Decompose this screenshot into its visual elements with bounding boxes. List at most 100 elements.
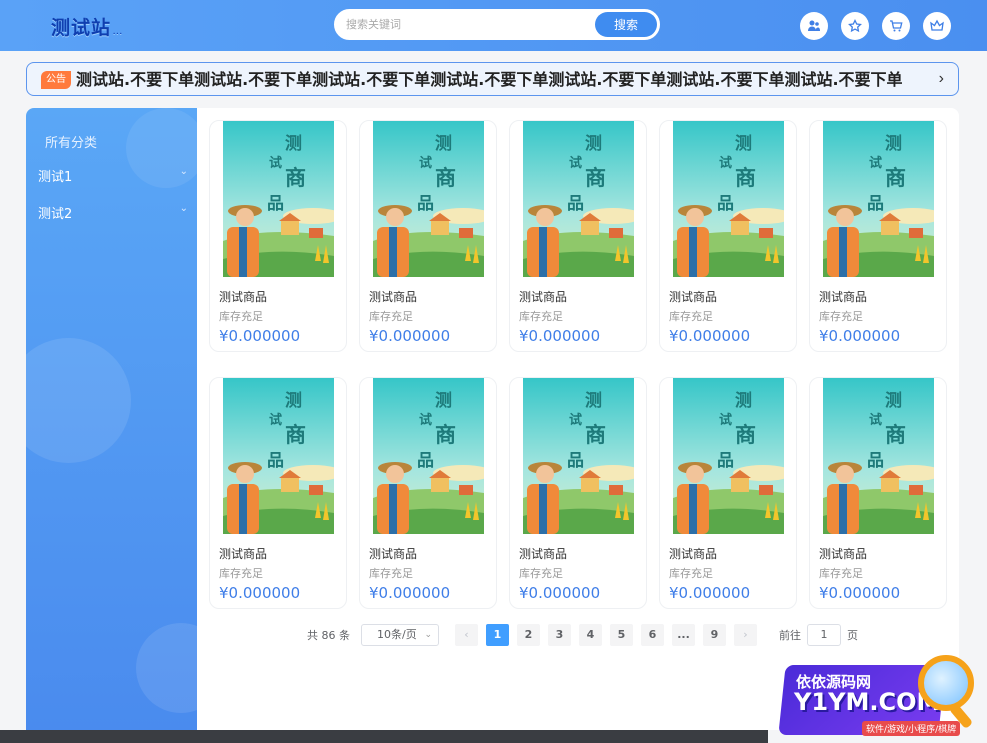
svg-text:品: 品 xyxy=(567,194,584,214)
header-icon-group xyxy=(800,12,951,40)
svg-text:商: 商 xyxy=(435,165,456,190)
sidebar-item-test2[interactable]: 测试2 ⌄ xyxy=(38,203,188,225)
magnifier-icon xyxy=(918,655,974,711)
product-card[interactable]: 测 试 商 品 测试商品 库存充足 ¥0.000000 xyxy=(209,120,347,352)
svg-text:试: 试 xyxy=(269,155,282,171)
chevron-down-icon: ⌄ xyxy=(424,630,432,640)
svg-text:品: 品 xyxy=(567,451,584,471)
product-image[interactable]: 测 试 商 品 xyxy=(373,121,484,277)
product-stock: 库存充足 xyxy=(369,567,413,580)
product-price: ¥0.000000 xyxy=(519,327,601,345)
page-button[interactable]: 6 xyxy=(641,624,664,646)
page-button[interactable]: 1 xyxy=(486,624,509,646)
product-image[interactable]: 测 试 商 品 xyxy=(523,121,634,277)
product-image[interactable]: 测 试 商 品 xyxy=(823,378,934,534)
star-icon[interactable] xyxy=(841,12,869,40)
product-image[interactable]: 测 试 商 品 xyxy=(673,121,784,277)
sidebar-item-label: 测试1 xyxy=(38,170,73,185)
chevron-right-icon[interactable]: › xyxy=(939,70,944,88)
product-image[interactable]: 测 试 商 品 xyxy=(373,378,484,534)
product-name: 测试商品 xyxy=(669,547,718,561)
pagination-total: 共 86 条 xyxy=(307,629,350,642)
user-group-icon[interactable] xyxy=(800,12,828,40)
product-stock: 库存充足 xyxy=(669,310,713,323)
search-button[interactable]: 搜索 xyxy=(595,12,657,37)
svg-text:测: 测 xyxy=(735,133,752,154)
product-stock: 库存充足 xyxy=(219,567,263,580)
svg-text:试: 试 xyxy=(869,155,882,171)
sidebar-title: 所有分类 xyxy=(45,136,98,151)
svg-text:商: 商 xyxy=(885,165,906,190)
crown-icon[interactable] xyxy=(923,12,951,40)
product-card[interactable]: 测 试 商 品 测试商品 库存充足 ¥0.000000 xyxy=(809,377,947,609)
watermark-line3: 软件/游戏/小程序/棋牌 xyxy=(862,721,961,736)
cart-icon[interactable] xyxy=(882,12,910,40)
svg-text:测: 测 xyxy=(435,390,452,411)
svg-text:品: 品 xyxy=(417,194,434,214)
product-card[interactable]: 测 试 商 品 测试商品 库存充足 ¥0.000000 xyxy=(509,377,647,609)
svg-text:试: 试 xyxy=(569,155,582,171)
svg-text:商: 商 xyxy=(585,422,606,447)
bottom-bar xyxy=(0,730,768,743)
svg-text:试: 试 xyxy=(869,412,882,428)
product-price: ¥0.000000 xyxy=(669,584,751,602)
svg-text:品: 品 xyxy=(417,451,434,471)
page-button[interactable]: 3 xyxy=(548,624,571,646)
svg-text:商: 商 xyxy=(735,165,756,190)
search-input[interactable] xyxy=(346,16,586,34)
goto-page-input[interactable]: 1 xyxy=(807,624,841,646)
svg-text:品: 品 xyxy=(267,451,284,471)
svg-text:品: 品 xyxy=(867,194,884,214)
product-name: 测试商品 xyxy=(819,290,868,304)
sidebar-item-test1[interactable]: 测试1 ⌄ xyxy=(38,166,188,188)
product-card[interactable]: 测 试 商 品 测试商品 库存充足 ¥0.000000 xyxy=(659,120,797,352)
product-image[interactable]: 测 试 商 品 xyxy=(223,378,334,534)
svg-text:商: 商 xyxy=(885,422,906,447)
product-stock: 库存充足 xyxy=(369,310,413,323)
page-size-select[interactable]: 10条/页 ⌄ xyxy=(361,624,439,646)
svg-text:试: 试 xyxy=(719,155,732,171)
product-price: ¥0.000000 xyxy=(219,327,301,345)
product-price: ¥0.000000 xyxy=(819,584,901,602)
svg-text:试: 试 xyxy=(719,412,732,428)
product-card[interactable]: 测 试 商 品 测试商品 库存充足 ¥0.000000 xyxy=(509,120,647,352)
top-header: 测试站... 搜索 xyxy=(0,0,987,51)
page-button[interactable]: 4 xyxy=(579,624,602,646)
product-image[interactable]: 测 试 商 品 xyxy=(223,121,334,277)
svg-text:商: 商 xyxy=(285,165,306,190)
svg-text:测: 测 xyxy=(285,133,302,154)
more-pages-button[interactable]: ... xyxy=(672,624,695,646)
product-card[interactable]: 测 试 商 品 测试商品 库存充足 ¥0.000000 xyxy=(209,377,347,609)
product-name: 测试商品 xyxy=(219,290,268,304)
decor-circle xyxy=(136,623,197,713)
product-price: ¥0.000000 xyxy=(519,584,601,602)
goto-label: 前往 xyxy=(779,629,801,642)
announcement-bar[interactable]: 公告 测试站.不要下单测试站.不要下单测试站.不要下单测试站.不要下单测试站.不… xyxy=(26,62,959,96)
product-name: 测试商品 xyxy=(519,547,568,561)
product-price: ¥0.000000 xyxy=(669,327,751,345)
next-page-button[interactable]: › xyxy=(734,624,757,646)
product-card[interactable]: 测 试 商 品 测试商品 库存充足 ¥0.000000 xyxy=(659,377,797,609)
svg-text:品: 品 xyxy=(717,194,734,214)
product-image[interactable]: 测 试 商 品 xyxy=(523,378,634,534)
page-button[interactable]: 2 xyxy=(517,624,540,646)
svg-text:测: 测 xyxy=(735,390,752,411)
decor-circle xyxy=(26,338,131,463)
product-price: ¥0.000000 xyxy=(819,327,901,345)
prev-page-button[interactable]: ‹ xyxy=(455,624,478,646)
product-stock: 库存充足 xyxy=(219,310,263,323)
svg-text:品: 品 xyxy=(867,451,884,471)
product-image[interactable]: 测 试 商 品 xyxy=(823,121,934,277)
product-price: ¥0.000000 xyxy=(369,584,451,602)
page-button[interactable]: 5 xyxy=(610,624,633,646)
site-logo[interactable]: 测试站... xyxy=(51,13,123,40)
product-price: ¥0.000000 xyxy=(219,584,301,602)
product-stock: 库存充足 xyxy=(669,567,713,580)
product-image[interactable]: 测 试 商 品 xyxy=(673,378,784,534)
product-panel: 共 86 条 10条/页 ⌄ ‹ 1 2 3 4 5 6 ... 9 › 前往 1… xyxy=(197,108,959,730)
page-button[interactable]: 9 xyxy=(703,624,726,646)
product-card[interactable]: 测 试 商 品 测试商品 库存充足 ¥0.000000 xyxy=(359,120,497,352)
pagination: 共 86 条 10条/页 ⌄ ‹ 1 2 3 4 5 6 ... 9 › 前往 1… xyxy=(307,624,858,646)
product-card[interactable]: 测 试 商 品 测试商品 库存充足 ¥0.000000 xyxy=(359,377,497,609)
product-card[interactable]: 测 试 商 品 测试商品 库存充足 ¥0.000000 xyxy=(809,120,947,352)
